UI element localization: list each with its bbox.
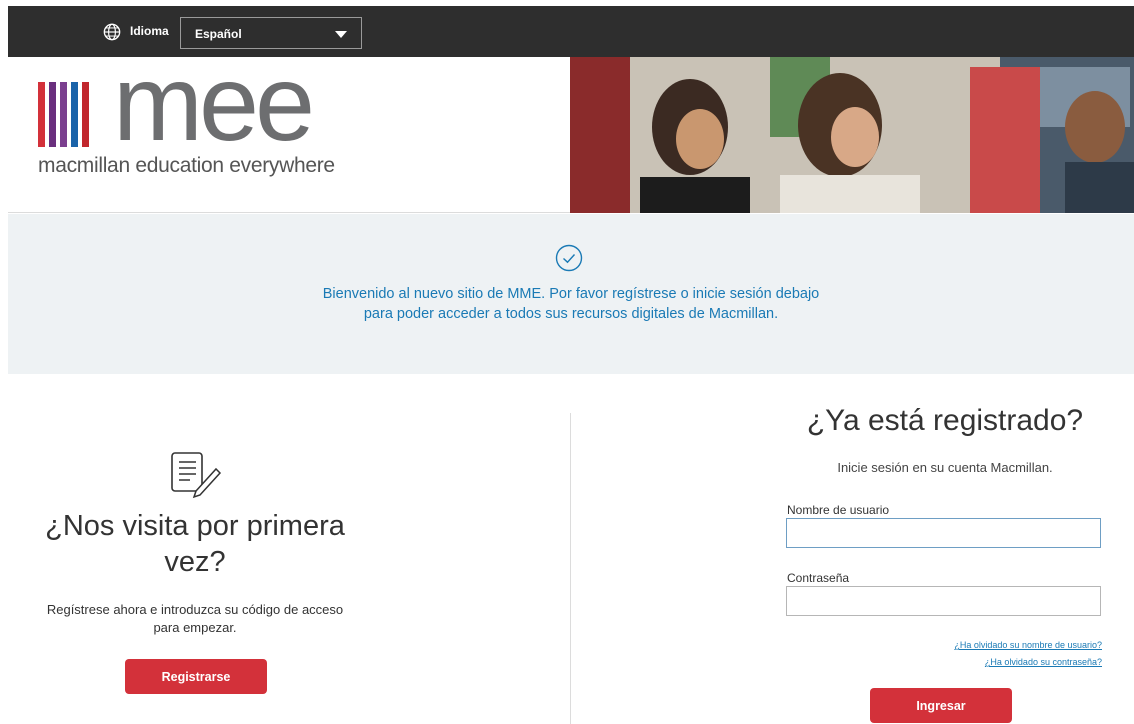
username-label: Nombre de usuario	[787, 503, 890, 517]
logo-bar	[38, 82, 45, 147]
password-label: Contraseña	[787, 571, 850, 585]
logo-text: mee	[113, 42, 315, 163]
welcome-message: Bienvenido al nuevo sitio de MME. Por fa…	[322, 286, 820, 322]
language-label: Idioma	[130, 24, 169, 38]
check-circle-icon	[555, 244, 583, 272]
login-button[interactable]: Ingresar	[870, 688, 1012, 723]
forgot-password-link[interactable]: ¿Ha olvidado su contraseña?	[985, 657, 1102, 667]
forgot-username-link[interactable]: ¿Ha olvidado su nombre de usuario?	[954, 640, 1102, 650]
welcome-banner: Bienvenido al nuevo sitio de MME. Por fa…	[8, 214, 1134, 374]
column-divider	[570, 413, 571, 724]
register-description: Regístrese ahora e introduzca su código …	[46, 602, 344, 635]
logo-tagline: macmillan education everywhere	[38, 154, 335, 177]
globe-icon	[103, 23, 121, 41]
password-input[interactable]	[786, 586, 1101, 616]
document-edit-icon	[171, 452, 222, 499]
header: mee macmillan education everywhere	[8, 49, 1134, 213]
logo-bar	[71, 82, 78, 147]
register-button[interactable]: Registrarse	[125, 659, 267, 694]
logo-bar	[60, 82, 67, 147]
chevron-down-icon	[335, 31, 347, 38]
login-title: ¿Ya está registrado?	[806, 404, 1084, 437]
logo-bar	[82, 82, 89, 147]
language-select-value: Español	[195, 27, 242, 41]
mee-logo[interactable]: mee macmillan education everywhere	[38, 49, 378, 189]
register-title: ¿Nos visita por primera vez?	[45, 510, 345, 578]
hero-photo	[570, 57, 1134, 213]
username-input[interactable]	[786, 518, 1101, 548]
hero-image	[570, 57, 1134, 213]
login-subtitle: Inicie sesión en su cuenta Macmillan.	[837, 460, 1053, 475]
logo-bar	[49, 82, 56, 147]
